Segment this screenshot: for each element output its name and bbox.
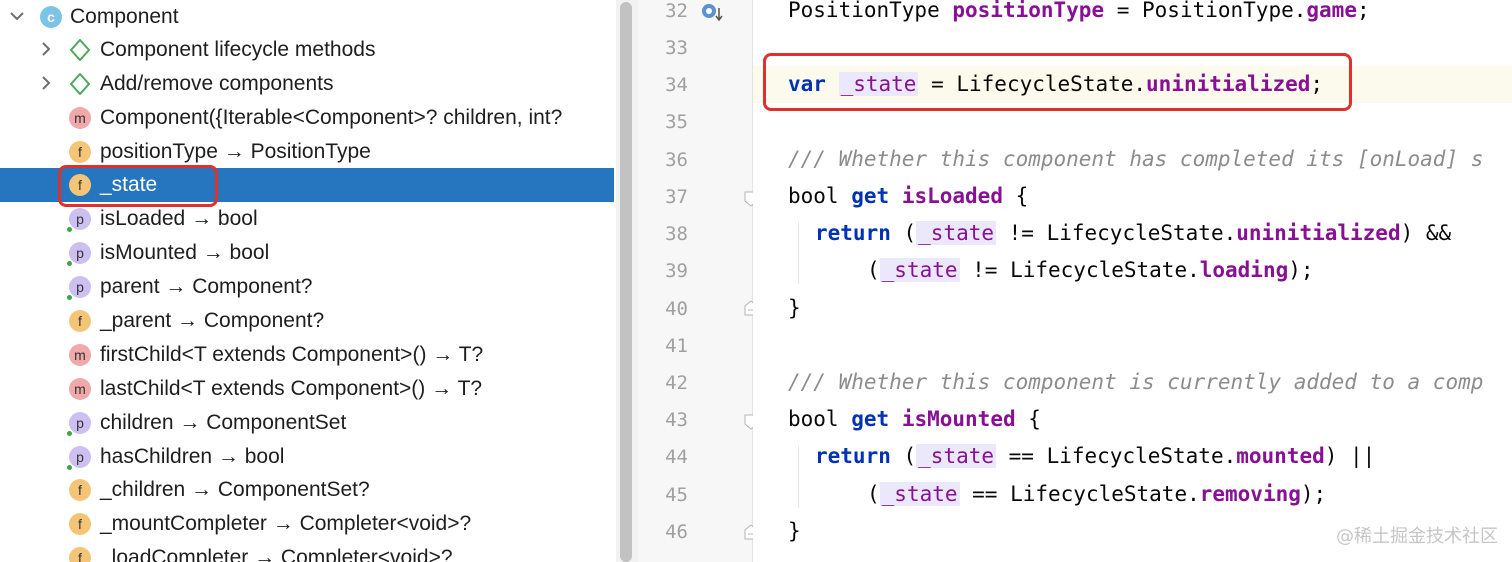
property-icon: p [67, 276, 91, 300]
code-line-36: /// Whether this component has completed… [788, 147, 1484, 171]
tree-root-component[interactable]: c Component [0, 0, 614, 34]
tree-item-property[interactable]: p isMounted → bool [0, 236, 614, 270]
line-number: 33 [665, 37, 688, 59]
tree-label: Component({Iterable<Component>? children… [100, 106, 563, 129]
method-icon: m [69, 107, 91, 129]
chevron-right-icon[interactable] [38, 41, 54, 57]
tree-label: firstChild<T extends Component>() → T? [100, 343, 484, 366]
tree-label: lastChild<T extends Component>() → T? [100, 377, 483, 400]
tree-item-property[interactable]: p isLoaded → bool [0, 202, 614, 236]
tree-label: Add/remove components [100, 72, 334, 95]
code-line-37: bool get isLoaded { [788, 184, 1029, 208]
field-icon: f [69, 547, 91, 562]
tree-label: positionType → PositionType [100, 140, 371, 163]
line-number: 37 [665, 186, 688, 208]
method-icon: m [69, 344, 91, 366]
code-line-43: bool get isMounted { [788, 407, 1041, 431]
line-number: 44 [665, 446, 688, 468]
code-line-38: return (_state != LifecycleState.uniniti… [815, 221, 1452, 245]
tree-item-property[interactable]: p parent → Component? [0, 270, 614, 304]
tree-group-add-remove[interactable]: Add/remove components [0, 67, 614, 101]
tree-label: isMounted → bool [100, 241, 270, 264]
chevron-right-icon[interactable] [38, 75, 54, 91]
code-line-44: return (_state == LifecycleState.mounted… [815, 444, 1376, 468]
code-line-42: /// Whether this component is currently … [788, 370, 1484, 394]
line-number: 45 [665, 484, 688, 506]
field-icon: f [69, 479, 91, 501]
tree-label: children → ComponentSet [100, 411, 347, 434]
tree-label: Component [70, 5, 179, 28]
property-icon: p [67, 208, 91, 232]
tree-label: Component lifecycle methods [100, 38, 376, 61]
tree-label: _loadCompleter → Completer<void>? [100, 546, 453, 562]
line-number: 42 [665, 372, 688, 394]
property-icon: p [67, 412, 91, 436]
tree-item-property[interactable]: p hasChildren → bool [0, 440, 614, 474]
field-icon: f [69, 141, 91, 163]
tree-label: isLoaded → bool [100, 207, 258, 230]
line-number: 36 [665, 149, 688, 171]
highlight-box-state-declaration [763, 53, 1352, 111]
scrollbar-thumb[interactable] [620, 2, 632, 562]
tree-item-field[interactable]: f _children → ComponentSet? [0, 473, 614, 507]
indent-guide [798, 446, 799, 508]
watermark: @稀土掘金技术社区 [1336, 526, 1498, 547]
region-icon [69, 38, 91, 62]
tree-label: _mountCompleter → Completer<void>? [100, 512, 472, 535]
line-number: 46 [665, 521, 688, 543]
line-number: 43 [665, 409, 688, 431]
property-icon: p [67, 242, 91, 266]
line-number: 35 [665, 111, 688, 133]
tree-item-field[interactable]: f _mountCompleter → Completer<void>? [0, 507, 614, 541]
tree-item-field[interactable]: f _parent → Component? [0, 304, 614, 338]
code-line-45: (_state == LifecycleState.removing); [867, 482, 1327, 506]
code-line-39: (_state != LifecycleState.loading); [867, 258, 1314, 282]
line-number: 41 [665, 335, 688, 357]
tree-label: parent → Component? [100, 275, 313, 298]
tree-item-property[interactable]: p children → ComponentSet [0, 406, 614, 440]
tree-label: _parent → Component? [100, 309, 325, 332]
override-marker-icon[interactable] [700, 2, 726, 24]
field-icon: f [69, 310, 91, 332]
code-line-32: PositionType positionType = PositionType… [788, 0, 1370, 22]
code-line-46: } [788, 519, 801, 543]
highlight-box-state-item [58, 165, 218, 207]
tree-label: hasChildren → bool [100, 445, 285, 468]
tree-item-field[interactable]: f positionType → PositionType [0, 135, 614, 169]
indent-guide [798, 222, 799, 284]
line-number: 32 [665, 0, 688, 22]
line-number: 34 [665, 74, 688, 96]
tree-item-method[interactable]: m lastChild<T extends Component>() → T? [0, 372, 614, 406]
line-number: 40 [665, 298, 688, 320]
structure-scrollbar[interactable] [616, 0, 638, 562]
property-icon: p [67, 446, 91, 470]
tree-label: _children → ComponentSet? [100, 478, 370, 501]
region-icon [69, 72, 91, 96]
tree-item-field[interactable]: f _loadCompleter → Completer<void>? [0, 541, 614, 562]
editor-gutter: 32 33 34 35 36 37 38 39 40 41 42 43 44 4… [638, 0, 753, 562]
line-number: 39 [665, 260, 688, 282]
code-editor[interactable]: PositionType positionType = PositionType… [753, 0, 1512, 562]
structure-panel: c Component Component lifecycle methods … [0, 0, 614, 562]
chevron-down-icon[interactable] [9, 8, 25, 24]
line-number: 38 [665, 223, 688, 245]
tree-item-method[interactable]: m firstChild<T extends Component>() → T? [0, 338, 614, 372]
tree-item-method[interactable]: m Component({Iterable<Component>? childr… [0, 101, 614, 135]
class-icon: c [40, 6, 62, 28]
field-icon: f [69, 513, 91, 535]
method-icon: m [69, 378, 91, 400]
tree-group-lifecycle[interactable]: Component lifecycle methods [0, 33, 614, 67]
code-line-40: } [788, 296, 801, 320]
